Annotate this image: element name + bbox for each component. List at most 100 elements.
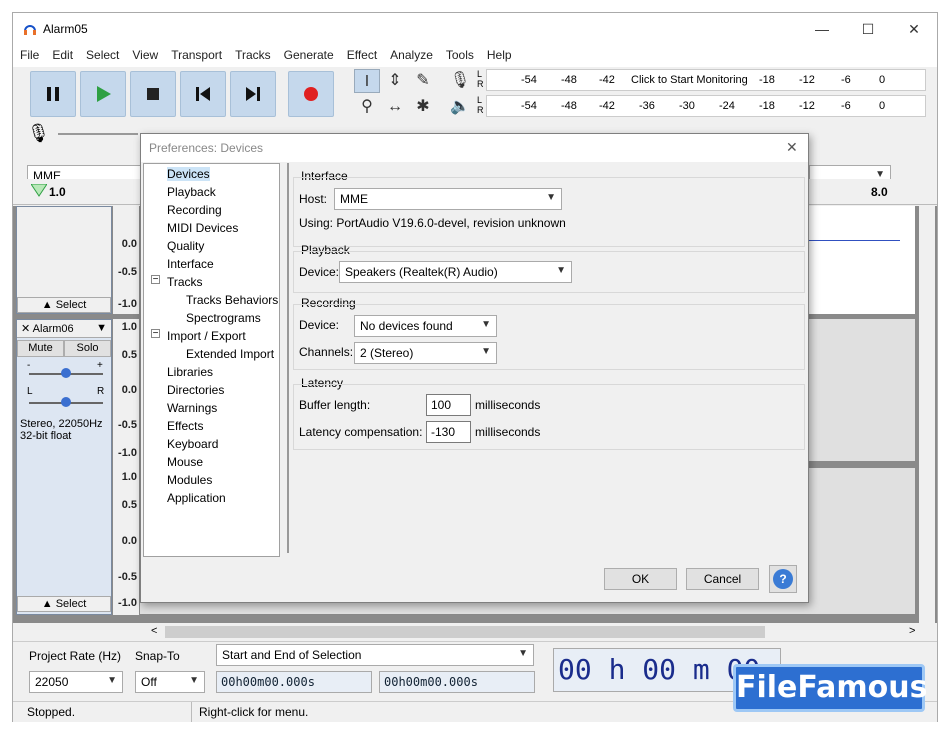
- compensation-unit: milliseconds: [475, 425, 541, 439]
- solo-button[interactable]: Solo: [64, 340, 111, 357]
- stop-button[interactable]: [130, 71, 176, 117]
- tree-collapse-import-export[interactable]: −: [151, 329, 160, 339]
- gain-slider-thumb[interactable]: [61, 368, 71, 378]
- tree-item-import-export[interactable]: Import / Export: [167, 329, 246, 343]
- dialog-title-bar: Preferences: Devices ✕: [141, 134, 808, 162]
- selection-tool-icon[interactable]: I: [354, 69, 380, 93]
- monitor-label[interactable]: Click to Start Monitoring: [631, 74, 748, 86]
- scroll-left-icon[interactable]: <: [151, 625, 157, 637]
- menu-help[interactable]: Help: [480, 45, 518, 62]
- menu-transport[interactable]: Transport: [164, 45, 228, 62]
- maximize-button[interactable]: ☐: [845, 13, 891, 45]
- mute-button[interactable]: Mute: [17, 340, 64, 357]
- track-name[interactable]: Alarm06: [33, 323, 74, 335]
- selection-end-time[interactable]: 00h00m00.000s: [379, 671, 535, 693]
- tree-item-keyboard[interactable]: Keyboard: [167, 437, 218, 451]
- menu-analyze[interactable]: Analyze: [383, 45, 439, 62]
- playback-device-label: Device:: [299, 265, 340, 279]
- ok-button[interactable]: OK: [604, 568, 677, 590]
- playback-device-select[interactable]: Speakers (Realtek(R) Audio) ▼: [339, 261, 572, 283]
- scale-label: -1.0: [118, 298, 137, 310]
- menu-edit[interactable]: Edit: [45, 45, 79, 62]
- meter-tick: 0: [879, 100, 886, 112]
- envelope-tool-icon[interactable]: ⇕: [382, 69, 408, 93]
- tree-item-application[interactable]: Application: [167, 491, 226, 505]
- tree-item-recording[interactable]: Recording: [167, 203, 222, 217]
- tree-item-midi-devices[interactable]: MIDI Devices: [167, 221, 238, 235]
- menu-view[interactable]: View: [125, 45, 164, 62]
- tree-item-quality[interactable]: Quality: [167, 239, 204, 253]
- tree-item-directories[interactable]: Directories: [167, 383, 224, 397]
- track-select-button[interactable]: ▲ Select: [17, 297, 111, 313]
- pan-right-label: R: [97, 386, 105, 397]
- playback-meter[interactable]: -54 -48 -42 -36 -30 -24 -18 -12 -6 0: [486, 95, 926, 117]
- recording-device-select[interactable]: No devices found ▼: [354, 315, 497, 337]
- skip-start-button[interactable]: [180, 71, 226, 117]
- dialog-title: Preferences: Devices: [149, 141, 264, 155]
- menu-generate[interactable]: Generate: [277, 45, 340, 62]
- tree-item-tracks[interactable]: Tracks: [167, 275, 203, 289]
- meter-tick: -36: [639, 100, 655, 112]
- stop-icon: [147, 88, 159, 100]
- tree-item-devices[interactable]: Devices: [167, 167, 210, 181]
- help-button[interactable]: ?: [769, 565, 797, 593]
- latency-compensation-input[interactable]: -130: [426, 421, 471, 443]
- play-meter-lr: LR: [477, 95, 484, 115]
- menu-tracks[interactable]: Tracks: [228, 45, 277, 62]
- channels-select[interactable]: 2 (Stereo) ▼: [354, 342, 497, 364]
- status-right: Right-click for menu.: [199, 705, 309, 719]
- buffer-length-input[interactable]: 100: [426, 394, 471, 416]
- scale-label: -0.5: [118, 419, 137, 431]
- close-button[interactable]: ✕: [891, 13, 937, 45]
- menu-effect[interactable]: Effect: [340, 45, 383, 62]
- selection-start-time[interactable]: 00h00m00.000s: [216, 671, 372, 693]
- tree-item-mouse[interactable]: Mouse: [167, 455, 203, 469]
- horizontal-scrollbar[interactable]: < >: [13, 623, 937, 641]
- project-rate-combo[interactable]: 22050 ▼: [29, 671, 123, 693]
- pause-button[interactable]: [30, 71, 76, 117]
- draw-tool-icon[interactable]: ✎: [410, 69, 436, 93]
- skip-end-button[interactable]: [230, 71, 276, 117]
- tree-item-interface[interactable]: Interface: [167, 257, 214, 271]
- channels-label: Channels:: [299, 345, 354, 359]
- minimize-button[interactable]: —: [799, 13, 845, 45]
- cancel-button[interactable]: Cancel: [686, 568, 759, 590]
- tree-item-libraries[interactable]: Libraries: [167, 365, 213, 379]
- tree-collapse-tracks[interactable]: −: [151, 275, 160, 285]
- scale-label: 0.0: [121, 238, 137, 250]
- vertical-scrollbar[interactable]: [919, 206, 935, 626]
- host-label: Host:: [299, 192, 328, 206]
- timeshift-tool-icon[interactable]: ↔: [382, 95, 408, 119]
- project-rate-label: Project Rate (Hz): [29, 649, 122, 663]
- microphone-icon[interactable]: 🎙: [447, 69, 473, 93]
- tree-item-tracks-behaviors[interactable]: Tracks Behaviors: [186, 293, 278, 307]
- track-name-bar[interactable]: ✕ Alarm06 ▼: [17, 320, 111, 338]
- multi-tool-icon[interactable]: ✱: [410, 95, 436, 119]
- record-button[interactable]: [288, 71, 334, 117]
- play-button[interactable]: [80, 71, 126, 117]
- record-volume-slider[interactable]: [58, 133, 138, 135]
- zoom-tool-icon[interactable]: ⚲: [354, 95, 380, 119]
- pan-slider-thumb[interactable]: [61, 397, 71, 407]
- tree-item-extended-import[interactable]: Extended Import: [186, 347, 274, 361]
- record-meter[interactable]: -54 -48 -42 Click to Start Monitoring -1…: [486, 69, 926, 91]
- scroll-right-icon[interactable]: >: [909, 625, 915, 637]
- speaker-icon[interactable]: 🔈: [447, 95, 473, 119]
- tree-item-effects[interactable]: Effects: [167, 419, 203, 433]
- menu-tools[interactable]: Tools: [439, 45, 480, 62]
- snap-to-combo[interactable]: Off ▼: [135, 671, 205, 693]
- menu-select[interactable]: Select: [79, 45, 125, 62]
- host-select[interactable]: MME ▼: [334, 188, 562, 210]
- meter-tick: -48: [561, 100, 577, 112]
- dialog-close-button[interactable]: ✕: [786, 139, 798, 156]
- tree-item-spectrograms[interactable]: Spectrograms: [186, 311, 261, 325]
- meter-tick: -54: [521, 100, 537, 112]
- meter-tick: -24: [719, 100, 735, 112]
- scroll-thumb[interactable]: [165, 626, 765, 638]
- track-select-button[interactable]: ▲ Select: [17, 596, 111, 612]
- menu-file[interactable]: File: [13, 45, 45, 62]
- selection-mode-combo[interactable]: Start and End of Selection ▼: [216, 644, 534, 666]
- tree-item-warnings[interactable]: Warnings: [167, 401, 217, 415]
- tree-item-playback[interactable]: Playback: [167, 185, 216, 199]
- tree-item-modules[interactable]: Modules: [167, 473, 212, 487]
